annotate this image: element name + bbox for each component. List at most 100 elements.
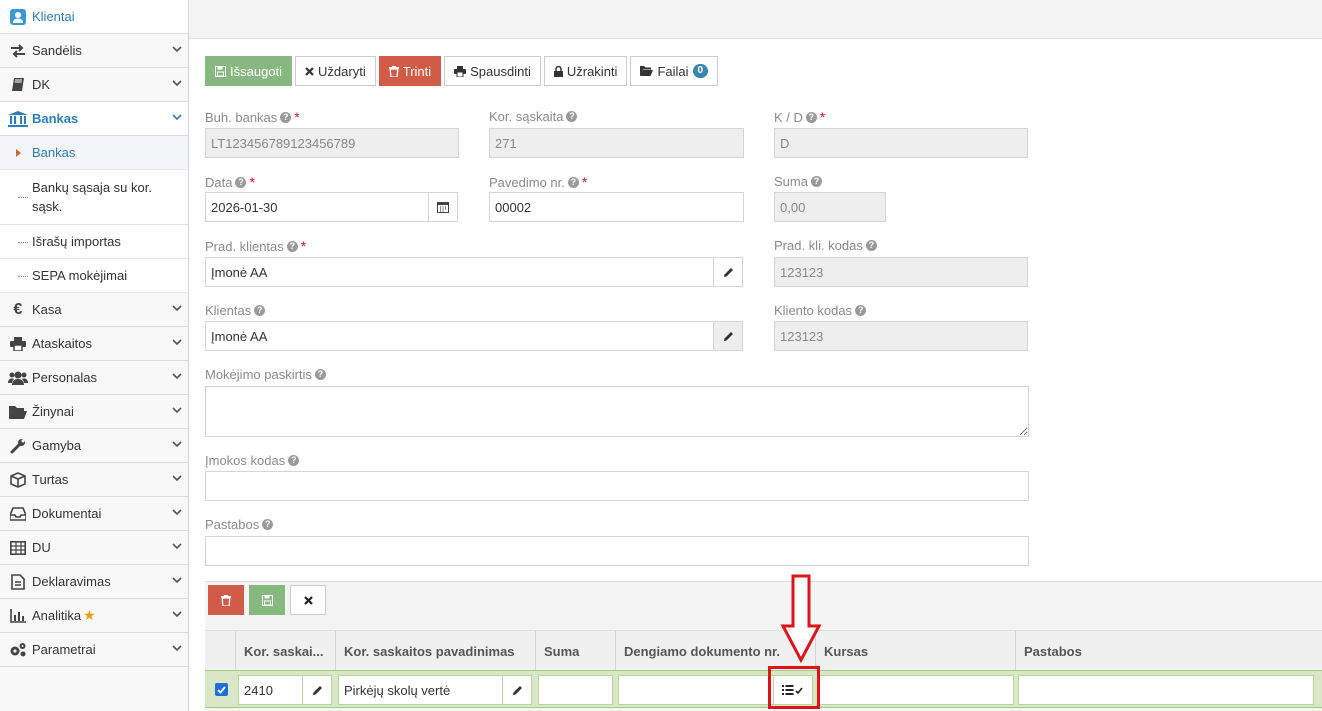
- col-kor-saskaita[interactable]: Kor. saskai...: [235, 631, 336, 671]
- table-row[interactable]: 2410 Pirkėjų skolų vertė: [205, 670, 1322, 708]
- kd-field[interactable]: D: [774, 128, 1028, 158]
- chevron-down-icon: [172, 475, 182, 482]
- chevron-down-icon: [172, 305, 182, 312]
- help-icon[interactable]: ?: [566, 111, 578, 122]
- chevron-down-icon: [172, 373, 182, 380]
- row-checkbox[interactable]: [215, 683, 228, 696]
- nav-gamyba[interactable]: Gamyba: [0, 429, 188, 463]
- label-text: Buh. bankas: [205, 109, 278, 125]
- help-icon[interactable]: ?: [805, 111, 817, 123]
- help-icon[interactable]: ?: [254, 305, 266, 316]
- wrench-icon: [8, 436, 28, 456]
- subnav-label: Bankas: [32, 145, 76, 160]
- chevron-down-icon: [172, 80, 182, 87]
- top-bar: [189, 0, 1322, 39]
- subnav-bankas[interactable]: Bankas: [0, 136, 188, 170]
- close-button-label: Uždaryti: [318, 63, 366, 79]
- col-kor-saskaitos-pavadinimas[interactable]: Kor. saskaitos pavadinimas: [335, 631, 536, 671]
- imokos-kodas-field[interactable]: [205, 471, 1029, 501]
- nav-ataskaitos[interactable]: Ataskaitos: [0, 327, 188, 361]
- date-field[interactable]: 2026-01-30: [205, 192, 429, 222]
- nav-deklaravimas[interactable]: Deklaravimas: [0, 565, 188, 599]
- nav-sandelis[interactable]: Sandėlis: [0, 34, 188, 68]
- pastabos-field[interactable]: [205, 536, 1029, 566]
- nav-dk[interactable]: DK: [0, 68, 188, 102]
- help-icon[interactable]: ?: [235, 176, 247, 188]
- help-icon[interactable]: ?: [810, 176, 822, 187]
- row-cancel-button[interactable]: [290, 585, 326, 615]
- col-suma[interactable]: Suma: [535, 631, 616, 671]
- help-icon[interactable]: ?: [286, 240, 298, 252]
- klientas-field[interactable]: Įmonė AA: [205, 321, 715, 351]
- cube-icon: [8, 470, 28, 490]
- subnav-banku-sasaja[interactable]: Bankų sąsaja su kor. sąsk.: [0, 170, 188, 225]
- nav-label: Deklaravimas: [32, 574, 111, 589]
- save-button[interactable]: Išsaugoti: [205, 56, 293, 86]
- pencil-icon: [512, 685, 522, 695]
- pavedimo-nr-field[interactable]: 00002: [489, 192, 744, 222]
- bank-icon: [8, 109, 28, 129]
- nav-analitika[interactable]: Analitika ★: [0, 599, 188, 633]
- help-icon[interactable]: ?: [865, 240, 877, 251]
- row-delete-button[interactable]: [208, 585, 244, 615]
- help-icon[interactable]: ?: [262, 519, 274, 530]
- subnav-sepa[interactable]: SEPA mokėjimai: [0, 259, 188, 293]
- lock-button[interactable]: Užrakinti: [543, 56, 628, 86]
- nav-klientai[interactable]: Klientai: [0, 0, 188, 34]
- nav-du[interactable]: DU: [0, 531, 188, 565]
- nav-bankas[interactable]: Bankas: [0, 102, 188, 136]
- exchange-icon: [8, 41, 28, 61]
- help-icon[interactable]: ?: [288, 455, 300, 466]
- kd-label: K / D ? *: [774, 109, 825, 125]
- check-icon: [217, 685, 226, 694]
- kor-saskaita-field[interactable]: 271: [489, 128, 744, 158]
- pavadinimas-edit-button[interactable]: [502, 675, 532, 705]
- row-save-button[interactable]: [249, 585, 285, 615]
- required-marker: *: [294, 109, 300, 125]
- label-text: Įmokos kodas: [205, 453, 286, 468]
- dengiamo-cell[interactable]: [618, 675, 774, 705]
- files-count-badge: 0: [692, 64, 709, 78]
- label-text: Data: [205, 174, 233, 190]
- calendar-button[interactable]: [428, 192, 458, 222]
- prad-klientas-edit-button[interactable]: [713, 257, 743, 287]
- prad-kli-kodas-field[interactable]: 123123: [774, 257, 1028, 287]
- nav-kasa[interactable]: € Kasa: [0, 293, 188, 327]
- col-kursas[interactable]: Kursas: [815, 631, 1016, 671]
- kliento-kodas-field[interactable]: 123123: [774, 321, 1028, 351]
- subnav-israsu-importas[interactable]: Išrašų importas: [0, 225, 188, 259]
- pastabos-cell[interactable]: [1018, 675, 1314, 705]
- col-pastabos[interactable]: Pastabos: [1015, 631, 1315, 671]
- pavadinimas-cell[interactable]: Pirkėjų skolų vertė: [338, 675, 504, 705]
- help-icon[interactable]: ?: [567, 176, 579, 188]
- suma-field[interactable]: 0,00: [774, 192, 886, 222]
- close-button[interactable]: Uždaryti: [295, 56, 376, 86]
- files-button[interactable]: Failai 0: [630, 56, 719, 86]
- prad-klientas-label: Prad. klientas ? *: [205, 238, 306, 254]
- klientas-edit-button[interactable]: [713, 321, 743, 351]
- prad-klientas-field[interactable]: Įmonė AA: [205, 257, 715, 287]
- nav-personalas[interactable]: Personalas: [0, 361, 188, 395]
- tree-dash: [18, 241, 28, 243]
- required-marker: *: [300, 238, 307, 254]
- mokejimo-paskirtis-textarea[interactable]: [205, 386, 1029, 437]
- nav-zinynai[interactable]: Žinynai: [0, 395, 188, 429]
- close-icon: [305, 66, 314, 76]
- toolbar: Išsaugoti Uždaryti Trinti Spausdinti Užr…: [205, 56, 719, 86]
- annotation-arrow-icon: [780, 574, 822, 664]
- kor-saskaita-edit-button[interactable]: [302, 675, 332, 705]
- buh-bankas-field[interactable]: LT123456789123456789: [205, 128, 459, 158]
- kursas-cell[interactable]: [818, 675, 1014, 705]
- nav-dokumentai[interactable]: Dokumentai: [0, 497, 188, 531]
- nav-turtas[interactable]: Turtas: [0, 463, 188, 497]
- suma-cell[interactable]: [538, 675, 613, 705]
- help-icon[interactable]: ?: [280, 111, 292, 123]
- nav-parametrai[interactable]: Parametrai: [0, 633, 188, 667]
- help-icon[interactable]: ?: [314, 369, 326, 380]
- floppy-icon: [215, 65, 226, 77]
- kor-saskaita-cell[interactable]: 2410: [238, 675, 304, 705]
- help-icon[interactable]: ?: [855, 305, 867, 316]
- nav-label: Gamyba: [32, 438, 82, 453]
- delete-button[interactable]: Trinti: [378, 56, 442, 86]
- print-button[interactable]: Spausdinti: [444, 56, 541, 86]
